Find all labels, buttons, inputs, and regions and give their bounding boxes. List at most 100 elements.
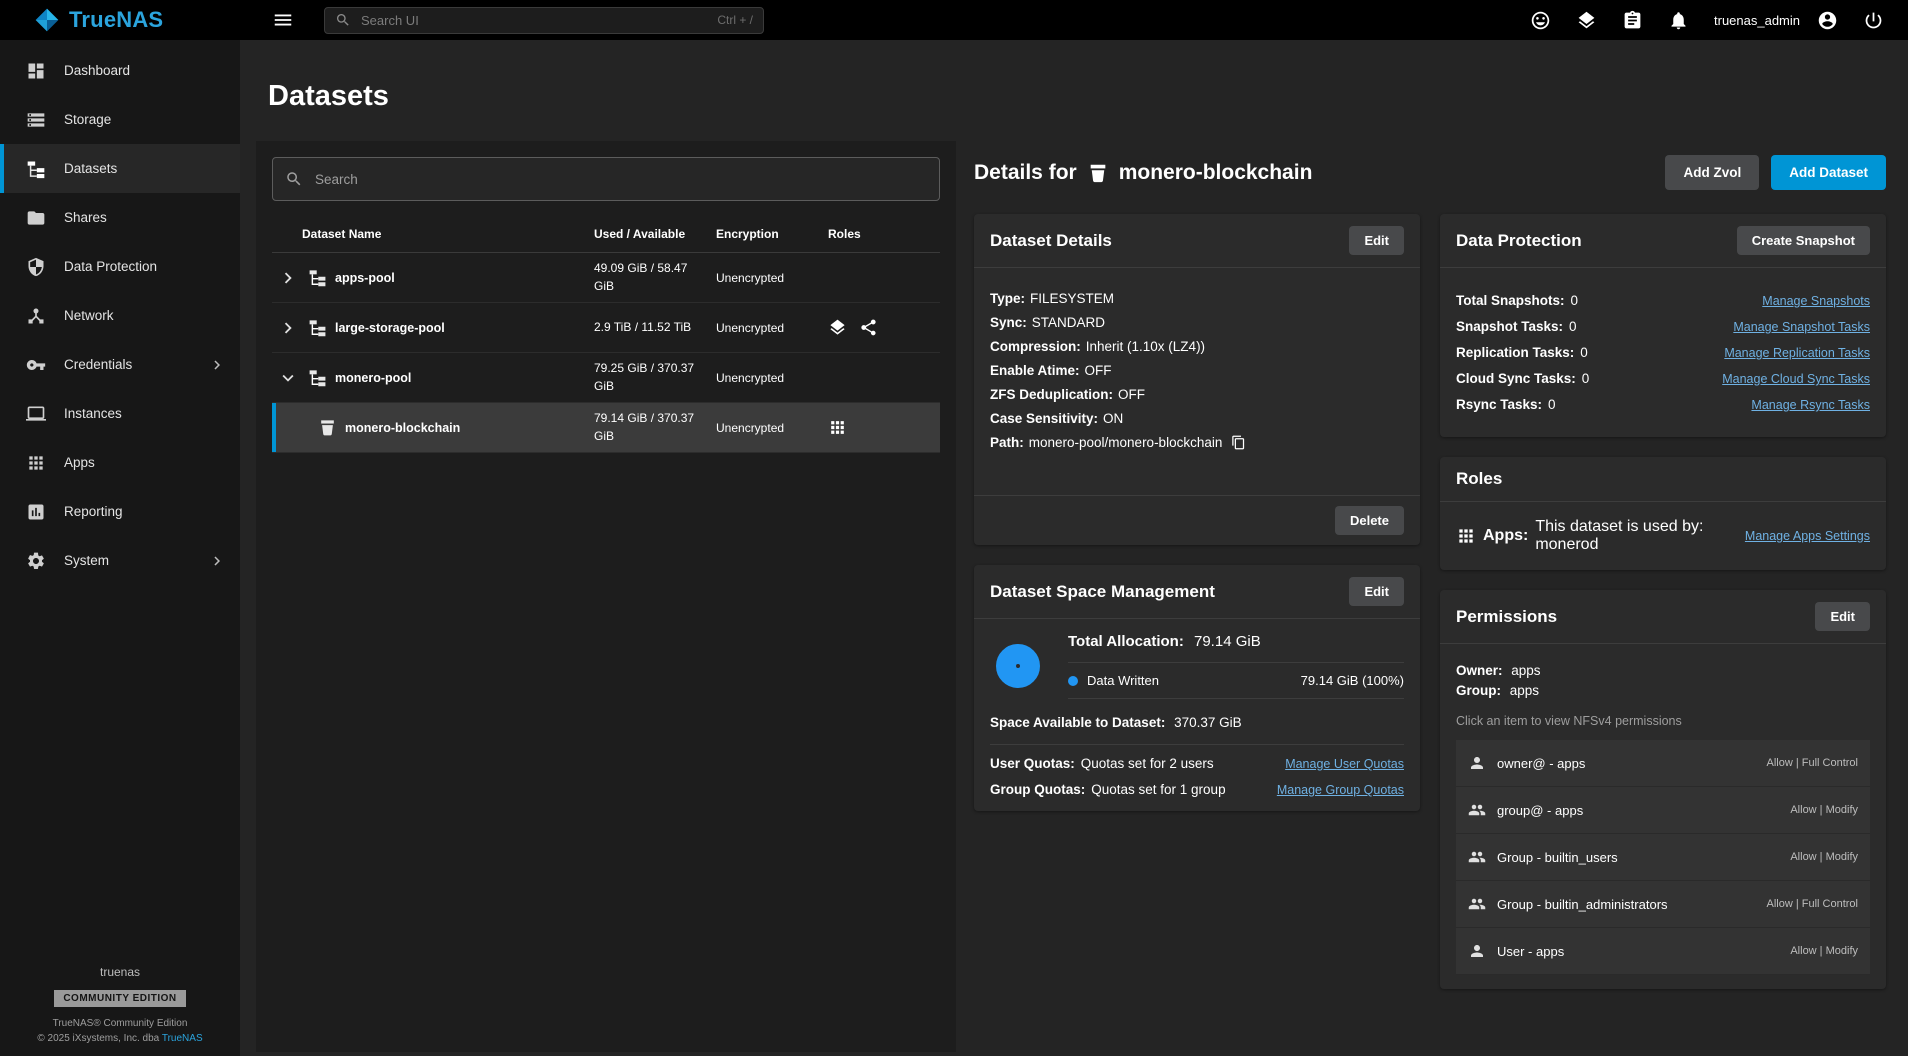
roles-card: Roles Apps: This dataset is used by: mon… [1440, 457, 1886, 570]
sidebar-item-data-protection[interactable]: Data Protection [0, 242, 240, 291]
table-row-apps-pool[interactable]: apps-pool 49.09 GiB / 58.47 GiB Unencryp… [272, 253, 940, 303]
account-button[interactable] [1817, 10, 1838, 31]
layers-icon [1576, 10, 1597, 31]
field-value: FILESYSTEM [1030, 291, 1114, 306]
sidebar-item-label: Data Protection [64, 259, 157, 274]
feedback-button[interactable] [1530, 10, 1551, 31]
perm-item-builtin-administrators[interactable]: Group - builtin_administrators Allow | F… [1456, 881, 1870, 928]
perm-item-builtin-users[interactable]: Group - builtin_users Allow | Modify [1456, 834, 1870, 881]
space-summary: Total Allocation: 79.14 GiB Data Written… [990, 633, 1404, 699]
perm-level: Allow | Full Control [1767, 757, 1859, 769]
sidebar-item-label: System [64, 553, 109, 568]
edition-badge: COMMUNITY EDITION [54, 990, 185, 1007]
alerts-button[interactable] [1668, 10, 1689, 31]
cloud-sync-tasks-row: Cloud Sync Tasks: 0 Manage Cloud Sync Ta… [1456, 371, 1870, 386]
truenas-app: TrueNAS Ctrl + / truenas_admin Dashboard [0, 0, 1908, 1056]
field-label: Type: [990, 291, 1025, 306]
chevron-right-icon [277, 267, 299, 289]
manage-cloud-sync-tasks-link[interactable]: Manage Cloud Sync Tasks [1722, 372, 1870, 386]
perm-who: group@ - apps [1497, 803, 1583, 818]
global-search-input[interactable] [359, 12, 709, 29]
edit-space-button[interactable]: Edit [1349, 577, 1404, 606]
manage-snapshot-tasks-link[interactable]: Manage Snapshot Tasks [1733, 320, 1870, 334]
group-quotas-value: Quotas set for 1 group [1091, 782, 1225, 797]
dataset-name: large-storage-pool [335, 321, 445, 335]
field-value: OFF [1118, 387, 1145, 402]
delete-dataset-button[interactable]: Delete [1335, 506, 1404, 535]
row-value: 0 [1571, 293, 1579, 308]
sidebar: Dashboard Storage Datasets Shares Data P… [0, 40, 240, 1056]
power-button[interactable] [1863, 10, 1884, 31]
perm-item-group-at[interactable]: group@ - apps Allow | Modify [1456, 787, 1870, 834]
column-dataset-name: Dataset Name [272, 227, 594, 241]
brand-name: TrueNAS [69, 7, 163, 33]
sidebar-item-apps[interactable]: Apps [0, 438, 240, 487]
perm-item-owner[interactable]: owner@ - apps Allow | Full Control [1456, 740, 1870, 787]
encryption-status: Unencrypted [716, 321, 828, 335]
global-search[interactable]: Ctrl + / [324, 7, 764, 34]
copyright-brand-link[interactable]: TrueNAS [162, 1033, 203, 1044]
encryption-status: Unencrypted [716, 421, 828, 435]
sidebar-item-system[interactable]: System [0, 536, 240, 585]
status-button[interactable] [1576, 10, 1597, 31]
group-row: Group: apps [1456, 683, 1870, 698]
space-available-label: Space Available to Dataset: [990, 715, 1165, 730]
perm-level: Allow | Full Control [1767, 898, 1859, 910]
sidebar-item-reporting[interactable]: Reporting [0, 487, 240, 536]
expand-row-button[interactable] [276, 316, 300, 340]
sidebar-item-instances[interactable]: Instances [0, 389, 240, 438]
hostname: truenas [0, 965, 240, 979]
topbar: TrueNAS Ctrl + / truenas_admin [0, 0, 1908, 40]
copyright: © 2025 iXsystems, Inc. dba TrueNAS [0, 1033, 240, 1044]
chevron-right-icon [208, 356, 226, 374]
reporting-chart-icon [26, 502, 46, 522]
owner-row: Owner: apps [1456, 663, 1870, 678]
dataset-search[interactable] [272, 157, 940, 201]
manage-snapshots-link[interactable]: Manage Snapshots [1762, 294, 1870, 308]
details-dataset-name: monero-blockchain [1119, 161, 1313, 185]
sidebar-item-network[interactable]: Network [0, 291, 240, 340]
layers-role-icon [828, 318, 847, 337]
field-value: monero-pool/monero-blockchain [1029, 435, 1223, 450]
manage-replication-tasks-link[interactable]: Manage Replication Tasks [1724, 346, 1870, 360]
add-zvol-button[interactable]: Add Zvol [1665, 155, 1759, 190]
brand[interactable]: TrueNAS [0, 7, 240, 33]
edit-dataset-details-button[interactable]: Edit [1349, 226, 1404, 255]
chevron-right-icon [277, 317, 299, 339]
field-compression: Compression: Inherit (1.10x (LZ4)) [990, 339, 1404, 354]
collapse-row-button[interactable] [276, 366, 300, 390]
encryption-status: Unencrypted [716, 271, 828, 285]
field-dedup: ZFS Deduplication: OFF [990, 387, 1404, 402]
copy-path-button[interactable] [1231, 435, 1246, 450]
rsync-tasks-row: Rsync Tasks: 0 Manage Rsync Tasks [1456, 397, 1870, 412]
dataset-bucket-icon [1087, 162, 1109, 184]
table-row-large-storage-pool[interactable]: large-storage-pool 2.9 TiB / 11.52 TiB U… [272, 303, 940, 353]
sidebar-item-credentials[interactable]: Credentials [0, 340, 240, 389]
sidebar-item-datasets[interactable]: Datasets [0, 144, 240, 193]
expand-row-button[interactable] [276, 266, 300, 290]
manage-group-quotas-link[interactable]: Manage Group Quotas [1277, 783, 1404, 797]
manage-rsync-tasks-link[interactable]: Manage Rsync Tasks [1751, 398, 1870, 412]
field-value: OFF [1085, 363, 1112, 378]
sidebar-item-dashboard[interactable]: Dashboard [0, 46, 240, 95]
create-snapshot-button[interactable]: Create Snapshot [1737, 226, 1870, 255]
field-value: Inherit (1.10x (LZ4)) [1086, 339, 1205, 354]
dataset-search-input[interactable] [313, 171, 927, 188]
chevron-down-icon [277, 367, 299, 389]
perm-who: Group - builtin_administrators [1497, 897, 1668, 912]
row-label: Rsync Tasks: [1456, 397, 1542, 412]
perm-item-user-apps[interactable]: User - apps Allow | Modify [1456, 928, 1870, 975]
table-row-monero-blockchain[interactable]: monero-blockchain 79.14 GiB / 370.37 GiB… [272, 403, 940, 453]
sidebar-item-shares[interactable]: Shares [0, 193, 240, 242]
add-dataset-button[interactable]: Add Dataset [1771, 155, 1886, 190]
jobs-button[interactable] [1622, 10, 1643, 31]
edit-permissions-button[interactable]: Edit [1815, 602, 1870, 631]
manage-apps-settings-link[interactable]: Manage Apps Settings [1745, 529, 1870, 543]
sidebar-item-storage[interactable]: Storage [0, 95, 240, 144]
permissions-card: Permissions Edit Owner: apps Group: [1440, 590, 1886, 989]
manage-user-quotas-link[interactable]: Manage User Quotas [1285, 757, 1404, 771]
table-row-monero-pool[interactable]: monero-pool 79.25 GiB / 370.37 GiB Unenc… [272, 353, 940, 403]
field-label: Enable Atime: [990, 363, 1080, 378]
roles-cell [828, 318, 940, 337]
sidebar-toggle-button[interactable] [268, 5, 298, 35]
